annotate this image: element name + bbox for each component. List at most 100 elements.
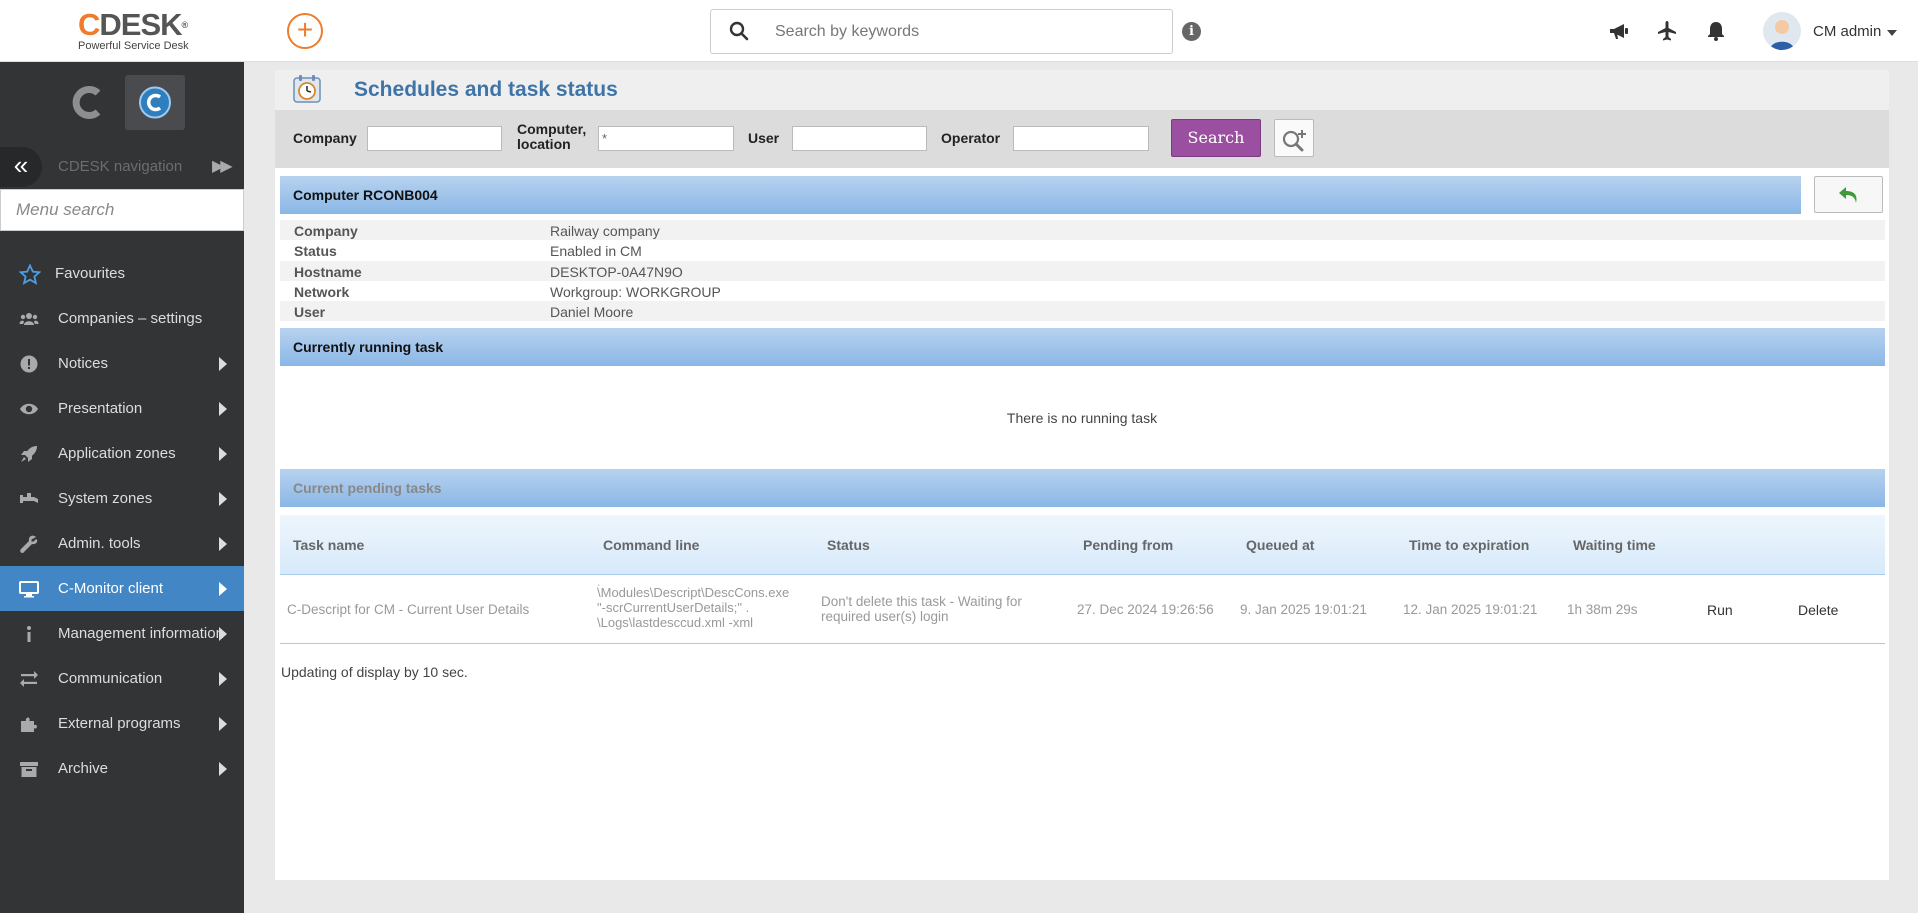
sidebar-item-archive[interactable]: Archive <box>0 746 244 791</box>
info-key: Company <box>294 223 358 239</box>
chevron-right-icon <box>219 402 227 416</box>
search-input[interactable] <box>775 18 1155 46</box>
info-row-network: Network Workgroup: WORKGROUP <box>280 281 1885 301</box>
command-line-part: \Logs\lastdesccud.xml -xml <box>597 615 754 630</box>
col-status[interactable]: Status <box>827 537 870 553</box>
chevron-right-icon <box>219 582 227 596</box>
run-task-link[interactable]: Run <box>1707 602 1733 618</box>
waiting-time-cell: 1h 38m 29s <box>1567 602 1638 617</box>
sidebar-item-label: System zones <box>58 490 153 507</box>
logo-tagline: Powerful Service Desk <box>78 40 189 52</box>
top-bar: CDESK® Powerful Service Desk + i CM admi… <box>0 0 1918 62</box>
col-time-to-expiration[interactable]: Time to expiration <box>1409 537 1529 553</box>
info-value: DESKTOP-0A47N9O <box>550 264 683 280</box>
avatar[interactable] <box>1763 12 1801 50</box>
airplane-icon[interactable] <box>1655 19 1679 43</box>
archive-icon <box>19 759 39 779</box>
app-switch-cdesk[interactable] <box>58 75 118 130</box>
computer-filter-label: Computer, location <box>517 122 586 152</box>
search-button[interactable]: Search <box>1171 119 1261 157</box>
app-switch-cmonitor[interactable] <box>125 75 185 130</box>
user-name[interactable]: CM admin <box>1813 23 1881 40</box>
collapse-sidebar-button[interactable]: « <box>0 147 42 187</box>
back-button[interactable] <box>1814 176 1883 213</box>
chevron-right-icon <box>219 357 227 371</box>
page-header: Schedules and task status <box>275 70 1889 110</box>
status-line: Don't delete this task - Waiting for <box>821 594 1022 609</box>
sidebar-item-companies-settings[interactable]: Companies – settings <box>0 296 244 341</box>
pending-table-header: Task name Command line Status Pending fr… <box>280 515 1885 575</box>
chevron-right-icon <box>219 762 227 776</box>
sidebar-item-c-monitor-client[interactable]: C-Monitor client <box>0 566 244 611</box>
col-task-name[interactable]: Task name <box>293 537 364 553</box>
col-waiting-time[interactable]: Waiting time <box>1573 537 1656 553</box>
sidebar-item-management-information[interactable]: Management information <box>0 611 244 656</box>
sidebar-item-label: Admin. tools <box>58 535 141 552</box>
wrench-icon <box>19 534 39 554</box>
running-task-header: Currently running task <box>280 328 1885 366</box>
info-value: Railway company <box>550 223 660 239</box>
info-key: Network <box>294 284 350 300</box>
sidebar-item-application-zones[interactable]: Application zones <box>0 431 244 476</box>
sidebar-item-external-programs[interactable]: External programs <box>0 701 244 746</box>
sidebar-item-label: Management information <box>58 625 224 642</box>
sidebar-item-label: Archive <box>58 760 109 777</box>
status-cell: Don't delete this task - Waiting for requ… <box>821 594 1022 624</box>
eye-icon <box>19 399 39 419</box>
info-key: Hostname <box>294 264 362 280</box>
bell-icon[interactable] <box>1704 19 1728 43</box>
task-name-cell: C-Descript for CM - Current User Details <box>287 602 530 617</box>
exchange-icon <box>19 669 39 689</box>
chevron-right-icon <box>219 672 227 686</box>
chevron-down-icon[interactable] <box>1887 30 1897 36</box>
search-icon <box>729 21 749 45</box>
command-line-part: \Modules\Descript\DescCons.exe <box>597 585 790 600</box>
sidebar-item-admin-tools[interactable]: Admin. tools <box>0 521 244 566</box>
advanced-search-button[interactable] <box>1274 119 1314 157</box>
zoom-plus-icon <box>1280 126 1310 156</box>
menu-search-input[interactable] <box>1 190 243 230</box>
sidebar-item-label: Favourites <box>55 265 126 282</box>
operator-filter-input[interactable] <box>1013 126 1149 151</box>
logo-wordmark: CDESK® <box>78 7 188 42</box>
delete-task-link[interactable]: Delete <box>1798 602 1838 618</box>
info-icon <box>19 624 39 644</box>
refresh-note: Updating of display by 10 sec. <box>281 664 468 680</box>
sidebar-item-communication[interactable]: Communication <box>0 656 244 701</box>
sidebar-item-label: Notices <box>58 355 109 372</box>
computer-label-line2: location <box>517 136 571 152</box>
cdesk-logo[interactable]: CDESK® Powerful Service Desk <box>78 7 208 54</box>
info-icon[interactable]: i <box>1182 22 1201 41</box>
info-value: Enabled in CM <box>550 243 642 259</box>
megaphone-icon[interactable] <box>1607 19 1631 43</box>
sidebar-item-system-zones[interactable]: System zones <box>0 476 244 521</box>
sidebar-item-label: Companies – settings <box>58 310 203 327</box>
pending-from-cell: 27. Dec 2024 19:26:56 <box>1077 602 1214 617</box>
chevron-right-icon <box>219 627 227 641</box>
info-value: Daniel Moore <box>550 304 634 320</box>
col-pending-from[interactable]: Pending from <box>1083 537 1173 553</box>
computer-filter-input[interactable] <box>598 126 734 151</box>
chevron-right-icon <box>219 492 227 506</box>
info-row-company: Company Railway company <box>280 220 1885 240</box>
add-button[interactable]: + <box>287 13 323 49</box>
nav-header: « CDESK navigation ▶▶ <box>0 147 244 187</box>
computer-section-header: Computer RCONB004 <box>280 176 1801 214</box>
col-command-line[interactable]: Command line <box>603 537 699 553</box>
company-filter-input[interactable] <box>367 126 502 151</box>
sidebar-item-presentation[interactable]: Presentation <box>0 386 244 431</box>
nav-title: CDESK navigation <box>58 158 183 175</box>
monitor-icon <box>19 579 39 599</box>
info-row-status: Status Enabled in CM <box>280 240 1885 260</box>
sidebar-item-favourites[interactable]: Favourites <box>0 251 244 296</box>
faucet-icon <box>19 489 39 509</box>
fast-forward-icon[interactable]: ▶▶ <box>212 156 233 176</box>
sidebar-item-label: C-Monitor client <box>58 580 164 597</box>
user-filter-input[interactable] <box>792 126 927 151</box>
col-queued-at[interactable]: Queued at <box>1246 537 1314 553</box>
clock-calendar-icon <box>292 74 322 104</box>
sidebar-item-label: Application zones <box>58 445 176 462</box>
exclamation-icon <box>19 354 39 374</box>
sidebar-item-notices[interactable]: Notices <box>0 341 244 386</box>
command-line-part: "-scrCurrentUserDetails;" . <box>597 600 750 615</box>
